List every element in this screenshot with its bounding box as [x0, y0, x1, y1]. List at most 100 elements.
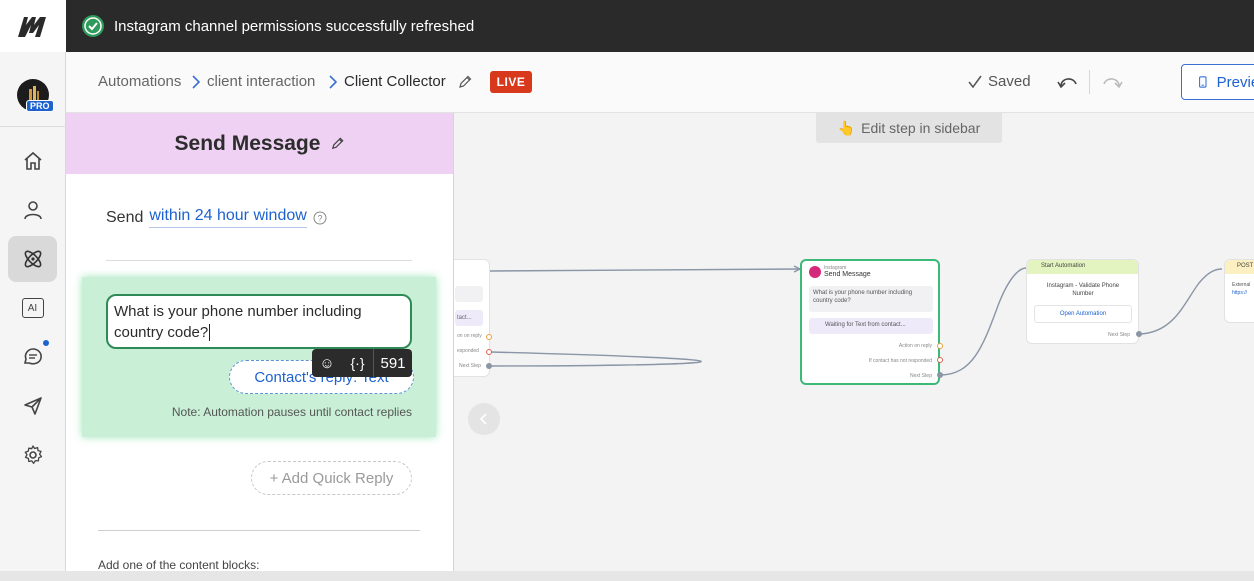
preview-label: Preview: [1216, 73, 1254, 91]
manychat-logo-icon: [18, 17, 46, 37]
home-icon: [23, 151, 42, 170]
node-not-responded-label: If contact has not responded: [868, 358, 932, 364]
redo-icon[interactable]: [1101, 72, 1123, 92]
left-nav-rail: PRO AI: [0, 0, 66, 571]
send-message-node[interactable]: Instagram Send Message What is your phon…: [800, 259, 940, 385]
nav-home[interactable]: [8, 138, 57, 184]
node-action-label: Action on reply: [898, 343, 932, 349]
char-counter: 591: [373, 349, 412, 377]
rail-divider: [0, 126, 66, 127]
pointing-hand-icon: 👆: [837, 119, 856, 136]
pause-note: Note: Automation pauses until contact re…: [171, 405, 412, 419]
node-contact-chip: tact...: [455, 310, 483, 326]
port-grey[interactable]: [486, 363, 492, 369]
nav-broadcasting[interactable]: [8, 383, 57, 429]
live-badge: LIVE: [490, 71, 532, 93]
nav-settings[interactable]: [8, 432, 57, 478]
nav-live-chat[interactable]: [8, 334, 57, 380]
toolbar-divider: [1089, 70, 1090, 94]
port-red[interactable]: [486, 349, 492, 355]
edit-hint-text: Edit step in sidebar: [861, 120, 981, 136]
send-prefix: Send: [106, 208, 144, 226]
node-message-preview: What is your phone number including coun…: [809, 286, 933, 312]
preview-button[interactable]: Preview: [1181, 64, 1254, 100]
pro-badge: PRO: [26, 100, 54, 112]
message-text: What is your phone number including coun…: [114, 303, 362, 341]
chat-bubble-icon: [23, 348, 42, 365]
previous-node[interactable]: tact... on on reply esponded Next Step: [454, 259, 490, 377]
nav-automations[interactable]: [8, 236, 57, 282]
gear-icon: [24, 445, 42, 464]
notification-dot: [43, 340, 49, 346]
checkmark-icon: [968, 75, 982, 88]
open-automation-link[interactable]: Open Automation: [1034, 305, 1132, 323]
node-target-automation: Instagram - Validate Phone Number: [1046, 283, 1120, 297]
nav-contacts[interactable]: [8, 187, 57, 233]
send-plane-icon: [23, 397, 42, 415]
node-waiting-chip: Waiting for Text from contact...: [809, 318, 933, 334]
flow-header: Automations client interaction Client Co…: [66, 52, 1254, 113]
section-divider: [98, 530, 420, 531]
node-responded-label: esponded: [457, 348, 479, 354]
message-text-block[interactable]: What is your phone number including coun…: [82, 277, 436, 437]
automation-name[interactable]: Client Collector: [344, 73, 446, 90]
port-grey[interactable]: [1136, 331, 1142, 337]
help-icon[interactable]: ?: [313, 211, 327, 225]
post-request-node[interactable]: POST External https://: [1224, 259, 1254, 323]
node-action-label: on on reply: [457, 333, 482, 339]
undo-icon[interactable]: [1057, 72, 1079, 92]
emoji-icon[interactable]: ☺: [312, 349, 342, 377]
step-editor-panel: Send Message Send within 24 hour window …: [66, 113, 454, 571]
chevron-left-icon: [479, 413, 487, 425]
avatar[interactable]: PRO: [17, 79, 54, 112]
horizontal-scrollbar[interactable]: [0, 571, 1254, 581]
node-line-2: https://: [1232, 290, 1248, 296]
text-toolbar: ☺ {·} 591: [312, 349, 412, 377]
pencil-icon[interactable]: [330, 136, 345, 151]
content-blocks-label: Add one of the content blocks:: [98, 558, 260, 571]
chevron-right-icon: [329, 75, 338, 89]
edit-step-hint: 👆 Edit step in sidebar: [816, 113, 1002, 143]
breadcrumb-folder[interactable]: client interaction: [207, 73, 315, 90]
panel-header: Send Message: [66, 113, 453, 174]
text-cursor: [209, 324, 211, 341]
success-toast: Instagram channel permissions successful…: [66, 0, 1254, 52]
automation-atom-icon: [24, 250, 41, 268]
panel-title[interactable]: Send Message: [175, 132, 321, 156]
node-title: POST: [1225, 260, 1254, 274]
phone-icon: [1199, 76, 1207, 88]
message-text-field[interactable]: What is your phone number including coun…: [106, 294, 412, 349]
node-next-label: Next Step: [459, 363, 481, 369]
flow-canvas[interactable]: 👆 Edit step in sidebar tact... on on rep…: [454, 113, 1254, 571]
add-quick-reply-button[interactable]: + Add Quick Reply: [251, 461, 412, 495]
instagram-icon: [809, 266, 821, 278]
saved-label: Saved: [988, 73, 1031, 90]
toast-message: Instagram channel permissions successful…: [114, 17, 475, 35]
port-orange[interactable]: [937, 343, 943, 349]
ai-icon: AI: [21, 298, 44, 318]
port-orange[interactable]: [486, 334, 492, 340]
node-title: Send Message: [824, 271, 871, 278]
send-window-selector[interactable]: within 24 hour window: [149, 207, 307, 228]
check-circle-icon: [82, 15, 104, 37]
node-placeholder: [455, 286, 483, 302]
saved-status: Saved: [968, 73, 1031, 90]
logo[interactable]: [0, 0, 66, 52]
svg-text:?: ?: [317, 213, 322, 223]
nav-ai[interactable]: AI: [8, 285, 57, 331]
collapse-sidebar-button[interactable]: [468, 403, 500, 435]
port-grey[interactable]: [937, 372, 943, 378]
node-next-label: Next Step: [910, 373, 932, 379]
breadcrumb-automations[interactable]: Automations: [98, 73, 181, 90]
node-title: Start Automation: [1027, 260, 1138, 274]
chevron-right-icon: [192, 75, 201, 89]
node-line-1: External: [1232, 282, 1251, 288]
user-icon: [23, 201, 42, 220]
send-window-row: Send within 24 hour window ?: [106, 207, 327, 228]
section-divider: [106, 260, 412, 261]
variable-icon[interactable]: {·}: [342, 349, 373, 377]
pencil-icon[interactable]: [457, 74, 473, 90]
node-next-label: Next Step: [1108, 332, 1130, 338]
start-automation-node[interactable]: Start Automation Instagram - Validate Ph…: [1026, 259, 1139, 344]
port-red[interactable]: [937, 357, 943, 363]
